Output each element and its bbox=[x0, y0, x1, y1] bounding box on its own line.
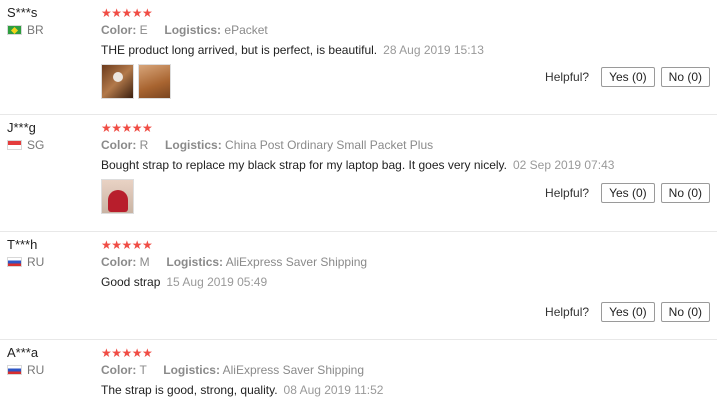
review-date: 08 Aug 2019 11:52 bbox=[283, 383, 384, 397]
helpful-yes-button[interactable]: Yes (0) bbox=[601, 302, 655, 322]
star-rating: ★★★★★ bbox=[101, 238, 153, 252]
russia-flag-icon bbox=[7, 365, 22, 375]
review-attributes: Color: R Logistics: China Post Ordinary … bbox=[101, 138, 717, 152]
review-body: The strap is good, strong, quality. bbox=[101, 383, 278, 397]
russia-flag-icon bbox=[7, 257, 22, 267]
reviewer-info: T***h RU bbox=[7, 237, 44, 269]
helpful-yes-button[interactable]: Yes (0) bbox=[601, 183, 655, 203]
reviewer-info: A***a RU bbox=[7, 345, 44, 377]
logistics-label: Logistics: bbox=[166, 255, 224, 269]
review-attributes: Color: E Logistics: ePacket bbox=[101, 23, 717, 37]
color-label: Color: bbox=[101, 23, 137, 37]
review-item: T***h RU ★★★★★ Color: M Logistics: AliEx… bbox=[0, 232, 717, 340]
review-photo-thumbnail[interactable] bbox=[101, 64, 134, 99]
color-label: Color: bbox=[101, 138, 137, 152]
review-text: THE product long arrived, but is perfect… bbox=[101, 43, 717, 58]
country-code: RU bbox=[27, 255, 45, 269]
country-code: BR bbox=[27, 23, 44, 37]
review-body: Bought strap to replace my black strap f… bbox=[101, 158, 507, 172]
helpful-no-button[interactable]: No (0) bbox=[660, 67, 710, 87]
review-content: ★★★★★ Color: M Logistics: AliExpress Sav… bbox=[101, 238, 717, 290]
reviewer-name: T***h bbox=[7, 237, 38, 252]
review-item: S***s BR ★★★★★ Color: E Logistics: ePack… bbox=[0, 0, 717, 115]
review-date: 02 Sep 2019 07:43 bbox=[512, 158, 615, 172]
logistics-label: Logistics: bbox=[163, 363, 220, 377]
review-attributes: Color: M Logistics: AliExpress Saver Shi… bbox=[101, 255, 717, 269]
helpful-label: Helpful? bbox=[545, 186, 590, 200]
review-text: Bought strap to replace my black strap f… bbox=[101, 158, 717, 173]
helpful-label: Helpful? bbox=[545, 305, 590, 319]
review-photo-thumbnail[interactable] bbox=[101, 179, 134, 214]
reviewer-country: RU bbox=[7, 363, 44, 377]
star-rating: ★★★★★ bbox=[101, 346, 153, 360]
reviewer-name: J***g bbox=[7, 120, 36, 135]
color-value: T bbox=[139, 363, 147, 377]
review-text: The strap is good, strong, quality. 08 Au… bbox=[101, 383, 717, 398]
color-value: R bbox=[139, 138, 149, 152]
logistics-label: Logistics: bbox=[165, 138, 222, 152]
color-label: Color: bbox=[101, 363, 137, 377]
color-value: E bbox=[139, 23, 148, 37]
reviewer-name: S***s bbox=[7, 5, 38, 20]
color-label: Color: bbox=[101, 255, 137, 269]
reviewer-name: A***a bbox=[7, 345, 39, 360]
helpful-no-button[interactable]: No (0) bbox=[660, 183, 710, 203]
logistics-value: AliExpress Saver Shipping bbox=[225, 255, 368, 269]
review-attributes: Color: T Logistics: AliExpress Saver Shi… bbox=[101, 363, 717, 377]
reviewer-info: J***g SG bbox=[7, 120, 44, 152]
review-date: 15 Aug 2019 05:49 bbox=[166, 275, 268, 289]
review-item: A***a RU ★★★★★ Color: T Logistics: AliEx… bbox=[0, 340, 717, 401]
review-body: Good strap bbox=[101, 275, 161, 289]
helpful-yes-button[interactable]: Yes (0) bbox=[601, 67, 655, 87]
reviewer-info: S***s BR bbox=[7, 5, 44, 37]
helpful-no-button[interactable]: No (0) bbox=[660, 302, 710, 322]
helpful-vote: Helpful? Yes (0) No (0) bbox=[545, 67, 710, 87]
review-photo-thumbnail[interactable] bbox=[138, 64, 171, 99]
color-value: M bbox=[139, 255, 150, 269]
logistics-value: ePacket bbox=[224, 23, 268, 37]
review-content: ★★★★★ Color: T Logistics: AliExpress Sav… bbox=[101, 346, 717, 398]
logistics-value: AliExpress Saver Shipping bbox=[222, 363, 365, 377]
helpful-vote: Helpful? Yes (0) No (0) bbox=[545, 302, 710, 322]
reviewer-country: SG bbox=[7, 138, 44, 152]
logistics-label: Logistics: bbox=[164, 23, 222, 37]
review-item: J***g SG ★★★★★ Color: R Logistics: China… bbox=[0, 115, 717, 232]
star-rating: ★★★★★ bbox=[101, 121, 153, 135]
reviewer-country: RU bbox=[7, 255, 44, 269]
review-date: 28 Aug 2019 15:13 bbox=[383, 43, 484, 57]
review-body: THE product long arrived, but is perfect… bbox=[101, 43, 378, 57]
singapore-flag-icon bbox=[7, 140, 22, 150]
star-rating: ★★★★★ bbox=[101, 6, 153, 20]
helpful-label: Helpful? bbox=[545, 70, 590, 84]
reviewer-country: BR bbox=[7, 23, 44, 37]
review-text: Good strap 15 Aug 2019 05:49 bbox=[101, 275, 717, 290]
helpful-vote: Helpful? Yes (0) No (0) bbox=[545, 183, 710, 203]
country-code: SG bbox=[27, 138, 45, 152]
country-code: RU bbox=[27, 363, 45, 377]
brazil-flag-icon bbox=[7, 25, 22, 35]
logistics-value: China Post Ordinary Small Packet Plus bbox=[225, 138, 434, 152]
